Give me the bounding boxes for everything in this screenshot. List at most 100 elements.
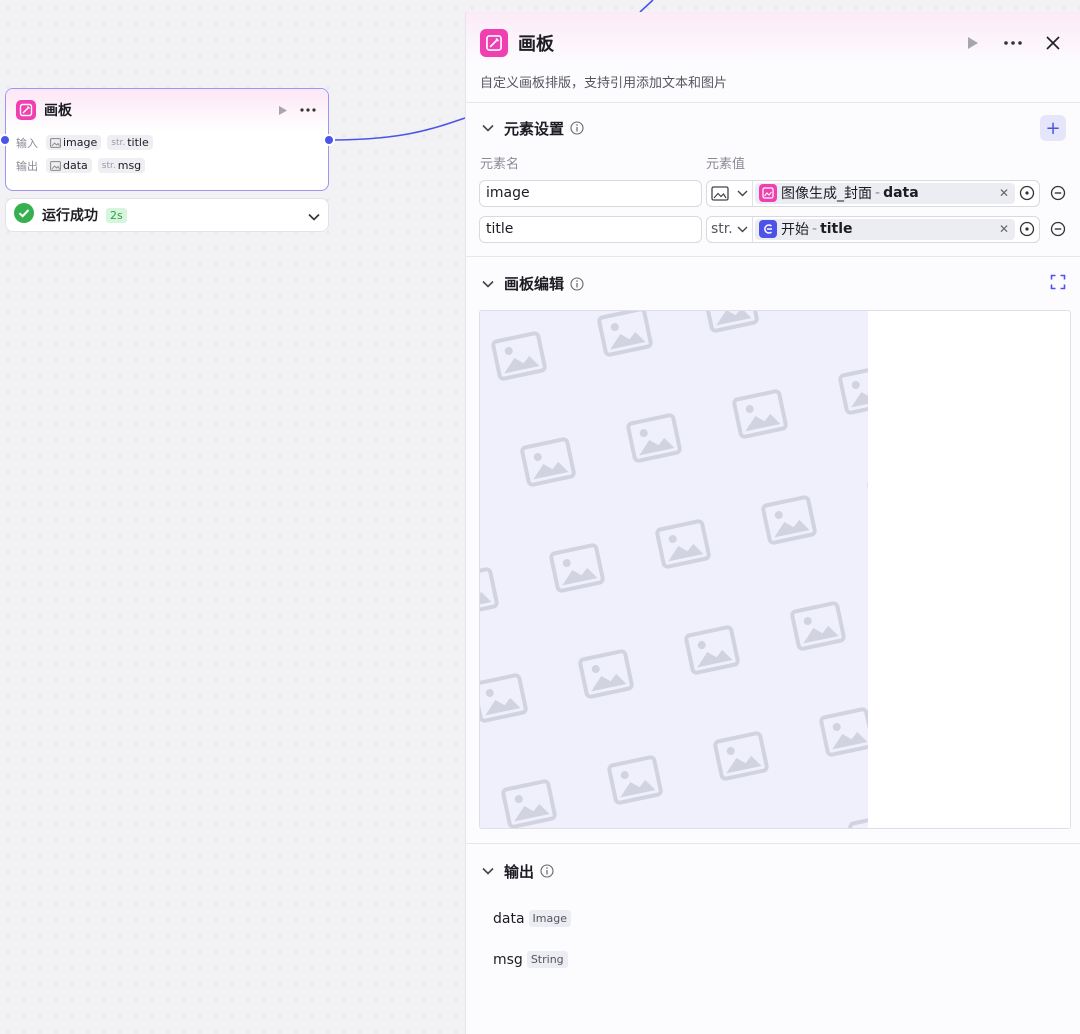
node-input-row: 输入 image str. title (6, 131, 328, 154)
output-section-title: 输出 (504, 862, 535, 881)
output-field: msg String (466, 939, 1080, 980)
close-icon[interactable] (1040, 30, 1066, 56)
ref-field-name: data (883, 185, 919, 201)
placeholder-image-icon (578, 649, 634, 699)
placeholder-image-icon (819, 707, 868, 757)
element-row: image 图像生成_封面 - data ✕ (466, 175, 1080, 211)
placeholder-image-icon (684, 625, 740, 675)
node-title: 画板 (44, 103, 72, 119)
placeholder-image-icon (713, 731, 769, 781)
duration-badge: 2s (106, 207, 127, 223)
run-status[interactable]: 运行成功 2s (5, 198, 329, 232)
elements-section-title: 元素设置 (504, 119, 565, 138)
chevron-down-icon[interactable] (480, 276, 496, 292)
output-tag-data: data (46, 158, 92, 173)
canvas-pen-icon (480, 29, 508, 57)
variable-picker-icon[interactable] (1015, 217, 1039, 241)
placeholder-image-icon (480, 567, 499, 617)
placeholder-image-icon (655, 519, 711, 569)
input-tag-image: image (46, 135, 102, 150)
placeholder-image-icon (501, 779, 557, 828)
add-element-button[interactable]: + (1040, 115, 1066, 141)
panel-title: 画板 (518, 34, 554, 55)
placeholder-image-icon (848, 813, 868, 828)
placeholder-image-icon (480, 673, 528, 723)
elements-section-header[interactable]: 元素设置 + (466, 103, 1080, 153)
output-field: data Image (466, 898, 1080, 939)
col-value-label: 元素值 (706, 157, 746, 172)
type-select[interactable] (707, 180, 753, 206)
chevron-down-icon[interactable] (480, 120, 496, 136)
ref-field-name: title (820, 221, 853, 237)
input-label: 输入 (16, 136, 38, 150)
more-icon[interactable] (298, 101, 318, 119)
element-name-input[interactable]: image (479, 179, 702, 207)
canvas-artboard[interactable] (480, 311, 868, 828)
start-icon (759, 220, 777, 238)
canvas-node[interactable]: 画板 输入 image str. title 输出 data str. msg (5, 88, 329, 191)
placeholder-image-icon (838, 365, 868, 415)
placeholder-image-icon (732, 389, 788, 439)
clear-icon[interactable]: ✕ (999, 222, 1011, 236)
node-output-row: 输出 data str. msg (6, 154, 328, 177)
placeholder-image-icon (790, 601, 846, 651)
image-gen-icon (759, 184, 777, 202)
check-circle-icon (14, 203, 34, 227)
output-field-name: data (493, 910, 525, 927)
placeholder-image-icon (549, 543, 605, 593)
reference-chip[interactable]: 开始 - title ✕ (755, 218, 1015, 240)
more-icon[interactable] (1000, 30, 1026, 56)
chevron-down-icon (737, 190, 748, 196)
status-text: 运行成功 (42, 208, 98, 224)
image-icon (711, 185, 729, 201)
reference-chip[interactable]: 图像生成_封面 - data ✕ (755, 182, 1015, 204)
chevron-down-icon[interactable] (480, 863, 496, 879)
panel-description: 自定义画板排版，支持引用添加文本和图片 (480, 76, 728, 91)
image-icon (50, 160, 61, 171)
element-value-field[interactable]: 图像生成_封面 - data ✕ (706, 179, 1040, 207)
output-port[interactable] (323, 134, 335, 146)
chevron-down-icon (737, 226, 748, 232)
element-column-labels: 元素名 元素值 (466, 153, 1080, 175)
play-icon[interactable] (274, 101, 292, 119)
placeholder-image-icon (626, 413, 682, 463)
output-section-header[interactable]: 输出 (466, 844, 1080, 898)
element-value-field[interactable]: str. 开始 - title ✕ (706, 215, 1040, 243)
placeholder-image-icon (491, 331, 547, 381)
info-icon[interactable] (570, 276, 584, 291)
remove-element-icon[interactable] (1048, 183, 1068, 203)
output-type-badge: String (526, 951, 568, 968)
panel-header: 画板 自定义画板排版，支持引用添加文本和图片 (466, 12, 1080, 102)
input-tag-title: str. title (107, 135, 153, 150)
placeholder-image-icon (597, 311, 653, 357)
clear-icon[interactable]: ✕ (999, 186, 1011, 200)
expand-icon[interactable] (1050, 274, 1066, 294)
canvas-editor[interactable] (479, 310, 1071, 829)
info-icon[interactable] (570, 121, 584, 135)
col-name-label: 元素名 (480, 157, 520, 172)
info-icon[interactable] (540, 864, 554, 878)
output-label: 输出 (16, 159, 38, 173)
type-select[interactable]: str. (707, 216, 753, 242)
placeholder-image-icon (703, 311, 759, 333)
variable-picker-icon[interactable] (1015, 181, 1039, 205)
ref-node-name: 开始 (781, 222, 809, 238)
node-config-panel: 画板 自定义画板排版，支持引用添加文本和图片 元素设置 + 元素名 元素值 im… (465, 12, 1080, 1034)
canvas-pen-icon (16, 100, 36, 120)
placeholder-image-icon (520, 437, 576, 487)
chevron-down-icon[interactable] (308, 206, 320, 225)
element-name-input[interactable]: title (479, 215, 702, 243)
output-field-name: msg (493, 951, 523, 968)
placeholder-image-icon (607, 755, 663, 805)
ref-node-name: 图像生成_封面 (781, 186, 872, 202)
editor-section-title: 画板编辑 (504, 275, 565, 293)
image-icon (50, 137, 61, 148)
play-icon[interactable] (960, 30, 986, 56)
remove-element-icon[interactable] (1048, 219, 1068, 239)
output-tag-msg: str. msg (97, 158, 146, 173)
output-type-badge: Image (528, 910, 571, 927)
placeholder-image-icon (867, 471, 868, 521)
element-row: title str. 开始 - title ✕ (466, 211, 1080, 247)
editor-section-header[interactable]: 画板编辑 (466, 257, 1080, 310)
node-header[interactable]: 画板 (6, 89, 328, 131)
